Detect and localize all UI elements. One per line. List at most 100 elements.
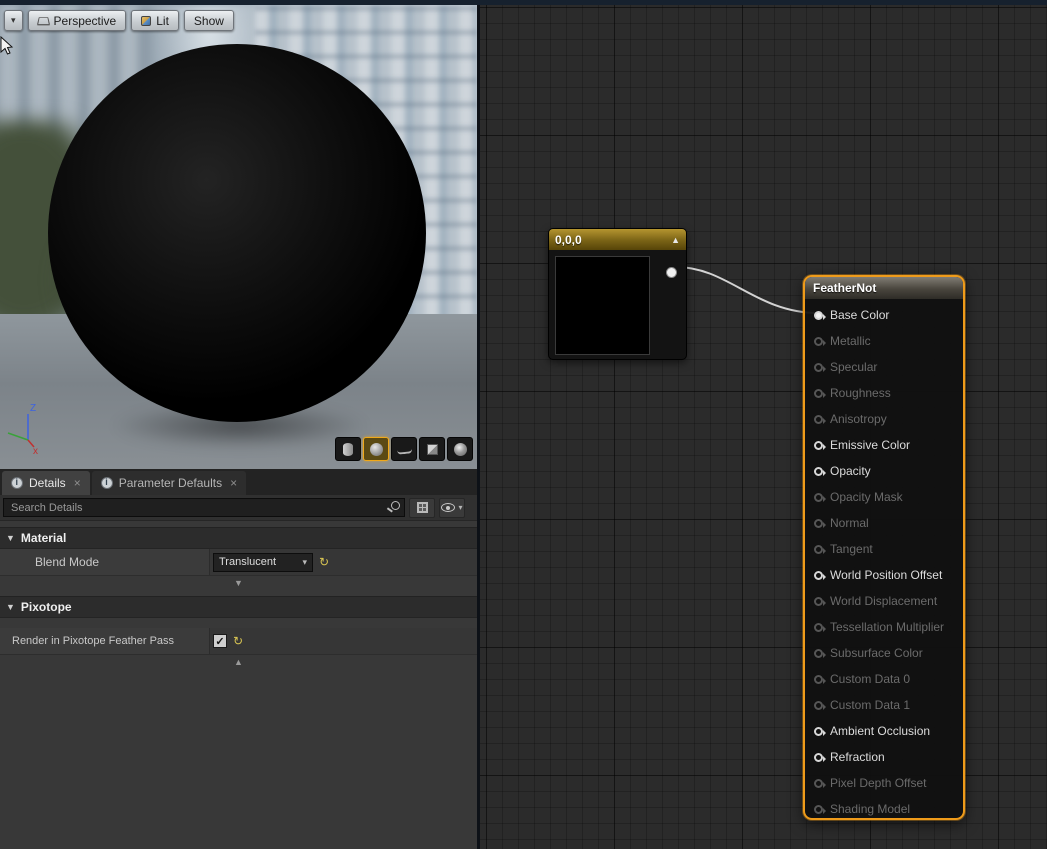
advanced-expander-down[interactable]: ▼	[0, 576, 477, 590]
search-input[interactable]	[3, 498, 405, 517]
cube-icon	[427, 444, 438, 455]
color-swatch[interactable]	[555, 256, 650, 355]
wire-constant-to-basecolor[interactable]	[676, 267, 818, 313]
parameter-defaults-tab-icon	[101, 477, 113, 489]
pin-custom-data-1[interactable]: Custom Data 1	[805, 692, 963, 718]
pin-opacity-mask[interactable]: Opacity Mask	[805, 484, 963, 510]
mouse-cursor	[0, 36, 14, 56]
details-search-row: ▾	[0, 495, 477, 521]
lit-cube-icon	[141, 16, 151, 26]
pin-shading-model[interactable]: Shading Model	[805, 796, 963, 822]
blend-mode-dropdown[interactable]: Translucent ▾	[213, 553, 313, 572]
pin-circle-icon[interactable]	[814, 441, 823, 450]
view-options-button[interactable]: ▾	[439, 498, 465, 518]
pin-ambient-occlusion[interactable]: Ambient Occlusion	[805, 718, 963, 744]
details-panel: Details × Parameter Defaults × ▾	[0, 469, 477, 849]
expand-arrow-icon: ▼	[6, 533, 15, 543]
reset-to-default-icon[interactable]: ↺	[233, 635, 243, 647]
pin-normal[interactable]: Normal	[805, 510, 963, 536]
pin-refraction[interactable]: Refraction	[805, 744, 963, 770]
pin-world-position-offset[interactable]: World Position Offset	[805, 562, 963, 588]
pin-circle-icon[interactable]	[814, 311, 823, 320]
constant-output-pin[interactable]	[666, 267, 677, 278]
pin-circle-icon[interactable]	[814, 727, 823, 736]
pin-circle-icon[interactable]	[814, 779, 823, 788]
pin-subsurface-color[interactable]: Subsurface Color	[805, 640, 963, 666]
material-preview-viewport[interactable]: ▾ Perspective Lit Show Z x	[0, 5, 477, 469]
advanced-expander-up[interactable]: ▲	[0, 655, 477, 669]
material-result-node[interactable]: FeatherNot Base ColorMetallicSpecularRou…	[803, 275, 965, 820]
pin-emissive-color[interactable]: Emissive Color	[805, 432, 963, 458]
viewport-options-button[interactable]: ▾	[4, 10, 23, 31]
pin-specular[interactable]: Specular	[805, 354, 963, 380]
axis-z-label: Z	[30, 403, 36, 414]
sphere-icon	[370, 443, 383, 456]
category-material[interactable]: ▼ Material	[0, 527, 477, 549]
pin-circle-icon[interactable]	[814, 649, 823, 658]
perspective-button[interactable]: Perspective	[28, 10, 127, 31]
pin-tangent[interactable]: Tangent	[805, 536, 963, 562]
feather-pass-label: Render in Pixotope Feather Pass	[0, 628, 210, 654]
axis-gizmo: Z x	[2, 397, 50, 455]
preview-mesh-buttons	[335, 437, 473, 461]
pin-anisotropy[interactable]: Anisotropy	[805, 406, 963, 432]
chevron-down-icon: ▾	[458, 503, 462, 512]
pin-metallic[interactable]: Metallic	[805, 328, 963, 354]
pin-circle-icon[interactable]	[814, 415, 823, 424]
pin-circle-icon[interactable]	[814, 701, 823, 710]
pin-circle-icon[interactable]	[814, 805, 823, 814]
pin-circle-icon[interactable]	[814, 467, 823, 476]
pin-circle-icon[interactable]	[814, 337, 823, 346]
close-icon[interactable]: ×	[74, 476, 81, 490]
pin-circle-icon[interactable]	[814, 519, 823, 528]
lit-mode-button[interactable]: Lit	[131, 10, 179, 31]
pin-base-color[interactable]: Base Color	[805, 302, 963, 328]
pin-circle-icon[interactable]	[814, 597, 823, 606]
tab-parameter-defaults[interactable]: Parameter Defaults ×	[92, 471, 246, 495]
pin-circle-icon[interactable]	[814, 389, 823, 398]
material-node-title: FeatherNot	[813, 281, 876, 295]
cylinder-icon	[343, 443, 353, 456]
pin-tessellation-multiplier[interactable]: Tessellation Multiplier	[805, 614, 963, 640]
material-graph-editor[interactable]: 0,0,0 ▲ FeatherNot Base ColorMetallicSpe…	[477, 5, 1047, 849]
blend-mode-row: Blend Mode Translucent ▾ ↺	[0, 549, 477, 576]
pin-opacity[interactable]: Opacity	[805, 458, 963, 484]
pin-circle-icon[interactable]	[814, 493, 823, 502]
pin-circle-icon[interactable]	[814, 545, 823, 554]
pin-roughness[interactable]: Roughness	[805, 380, 963, 406]
preview-mesh-plane-button[interactable]	[391, 437, 417, 461]
preview-mesh-cylinder-button[interactable]	[335, 437, 361, 461]
preview-mesh-sphere-button[interactable]	[363, 437, 389, 461]
feather-pass-row: Render in Pixotope Feather Pass ✓ ↺	[0, 628, 477, 655]
pin-circle-icon[interactable]	[814, 623, 823, 632]
preview-mesh-cube-button[interactable]	[419, 437, 445, 461]
collapse-node-icon[interactable]: ▲	[671, 235, 680, 245]
perspective-icon	[36, 17, 49, 25]
material-editor-window: ▾ Perspective Lit Show Z x	[0, 0, 1047, 849]
pin-custom-data-0[interactable]: Custom Data 0	[805, 666, 963, 692]
plane-icon	[396, 444, 412, 455]
pin-world-displacement[interactable]: World Displacement	[805, 588, 963, 614]
chevron-down-icon: ▾	[11, 16, 16, 25]
tab-details[interactable]: Details ×	[2, 471, 90, 495]
viewport-toolbar: ▾ Perspective Lit Show	[4, 10, 234, 31]
close-icon[interactable]: ×	[230, 476, 237, 490]
preview-mesh-material-ball-button[interactable]	[447, 437, 473, 461]
pin-pixel-depth-offset[interactable]: Pixel Depth Offset	[805, 770, 963, 796]
feather-pass-checkbox[interactable]: ✓	[213, 634, 227, 648]
material-ball-icon	[454, 443, 467, 456]
property-matrix-button[interactable]	[409, 498, 435, 518]
pin-circle-icon[interactable]	[814, 753, 823, 762]
axis-x-label: x	[33, 446, 38, 455]
reset-to-default-icon[interactable]: ↺	[319, 556, 329, 568]
pin-circle-icon[interactable]	[814, 571, 823, 580]
pin-circle-icon[interactable]	[814, 675, 823, 684]
constant-color-node[interactable]: 0,0,0 ▲	[548, 228, 687, 360]
show-button[interactable]: Show	[184, 10, 234, 31]
blend-mode-label: Blend Mode	[0, 549, 210, 575]
search-icon	[391, 501, 400, 510]
material-pins: Base ColorMetallicSpecularRoughnessAniso…	[805, 302, 963, 822]
expand-arrow-icon: ▼	[6, 602, 15, 612]
category-pixotope[interactable]: ▼ Pixotope	[0, 596, 477, 618]
pin-circle-icon[interactable]	[814, 363, 823, 372]
